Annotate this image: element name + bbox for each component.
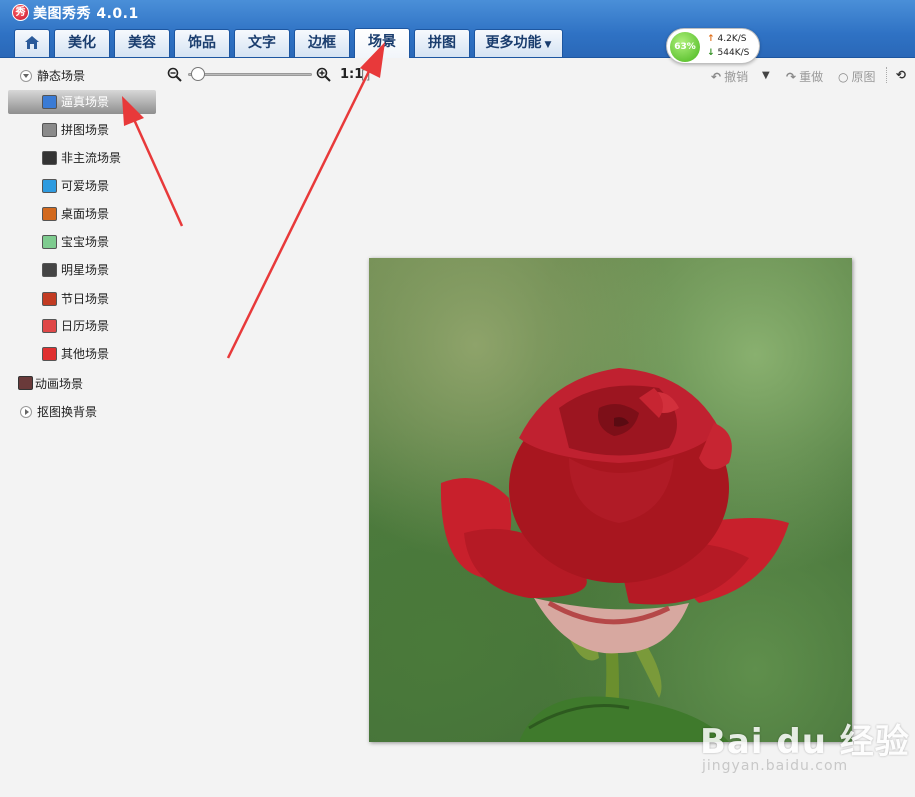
chevron-down-icon: ▼ bbox=[544, 40, 552, 50]
sidebar-item-label: 宝宝场景 bbox=[61, 235, 110, 249]
circle-icon: ○ bbox=[838, 70, 849, 84]
original-image-button[interactable]: ○ 原图 bbox=[838, 68, 876, 85]
sidebar-item-collage-scene[interactable]: 拼图场景 bbox=[8, 118, 156, 142]
tab-more-features-label: 更多功能 bbox=[485, 35, 542, 51]
download-speed: ↓ 544K/S bbox=[707, 48, 749, 58]
sidebar-item-label: 可爱场景 bbox=[61, 179, 110, 193]
original-label: 原图 bbox=[851, 70, 876, 84]
baidu-jingyan-watermark: Bai du 经验 jingyan.baidu.com bbox=[700, 700, 910, 780]
sidebar-item-label: 非主流场景 bbox=[61, 151, 122, 165]
sidebar-item-baby-scene[interactable]: 宝宝场景 bbox=[8, 230, 156, 254]
watermark-site: jingyan.baidu.com bbox=[702, 758, 849, 774]
undo-icon: ↶ bbox=[711, 70, 722, 84]
sidebar-item-label: 明星场景 bbox=[61, 263, 110, 277]
tab-collage[interactable]: 拼图 bbox=[414, 29, 470, 57]
scene-category-panel: 静态场景 逼真场景拼图场景非主流场景可爱场景桌面场景宝宝场景明星场景节日场景日历… bbox=[0, 58, 160, 797]
star-scene-icon bbox=[42, 263, 57, 277]
sidebar-item-label: 其他场景 bbox=[61, 347, 110, 361]
desktop-scene-icon bbox=[42, 207, 57, 221]
calendar-scene-icon bbox=[42, 319, 57, 333]
sidebar-item-cute-scene[interactable]: 可爱场景 bbox=[8, 174, 156, 198]
sidebar-item-calendar-scene[interactable]: 日历场景 bbox=[8, 314, 156, 338]
tab-home[interactable] bbox=[14, 29, 50, 57]
app-logo-icon: 秀 bbox=[12, 4, 29, 21]
rotate-icon: ⟲ bbox=[896, 68, 907, 82]
group-animated-scenes-label: 动画场景 bbox=[35, 377, 84, 391]
group-static-scenes-label: 静态场景 bbox=[37, 69, 86, 83]
group-animated-scenes[interactable]: 动画场景 bbox=[18, 374, 83, 394]
redo-button[interactable]: ↷ 重做 bbox=[786, 68, 823, 85]
sidebar-item-other-scene[interactable]: 其他场景 bbox=[8, 342, 156, 366]
zoom-slider[interactable] bbox=[188, 73, 312, 76]
zoom-out-icon[interactable] bbox=[167, 67, 182, 82]
tab-text[interactable]: 文字 bbox=[234, 29, 290, 57]
network-speed-widget[interactable]: 63% ↑ 4.2K/S ↓ 544K/S bbox=[666, 28, 760, 64]
group-cutout-background-label: 抠图换背景 bbox=[37, 405, 98, 419]
baby-scene-icon bbox=[42, 235, 57, 249]
watermark-brand: Bai du 经验 bbox=[700, 722, 910, 762]
arrow-up-icon: ↑ bbox=[707, 34, 715, 44]
sidebar-item-alternative-scene[interactable]: 非主流场景 bbox=[8, 146, 156, 170]
tab-beautify[interactable]: 美化 bbox=[54, 29, 110, 57]
other-scene-icon bbox=[42, 347, 57, 361]
collage-scene-icon bbox=[42, 123, 57, 137]
app-title: 美图秀秀 4.0.1 bbox=[33, 6, 139, 22]
redo-label: 重做 bbox=[799, 70, 824, 84]
collapse-toggle-icon[interactable] bbox=[20, 406, 32, 418]
rotate-button[interactable]: ⟲ bbox=[896, 68, 909, 82]
group-static-scenes[interactable]: 静态场景 bbox=[20, 66, 85, 86]
sidebar-item-label: 节日场景 bbox=[61, 292, 110, 306]
tab-frame[interactable]: 边框 bbox=[294, 29, 350, 57]
actual-size-button[interactable]: 1:1 bbox=[340, 67, 363, 82]
sidebar-item-festival-scene[interactable]: 节日场景 bbox=[8, 287, 156, 311]
title-bar: 秀 美图秀秀 4.0.1 美化 美容 饰品 文字 边框 场景 拼图 更多功能 ▼ bbox=[0, 0, 915, 58]
sidebar-item-star-scene[interactable]: 明星场景 bbox=[8, 258, 156, 282]
rose-photo[interactable] bbox=[369, 258, 852, 742]
tab-more-features[interactable]: 更多功能 ▼ bbox=[474, 29, 563, 57]
fit-window-button[interactable]: [] bbox=[361, 68, 370, 82]
group-cutout-background[interactable]: 抠图换背景 bbox=[20, 402, 97, 422]
sidebar-item-label: 拼图场景 bbox=[61, 123, 110, 137]
undo-history-dropdown[interactable]: ▼ bbox=[762, 70, 770, 81]
zoom-in-icon[interactable] bbox=[316, 67, 331, 82]
cute-scene-icon bbox=[42, 179, 57, 193]
upload-speed: ↑ 4.2K/S bbox=[707, 34, 747, 44]
upload-speed-value: 4.2K/S bbox=[717, 34, 747, 44]
sidebar-item-label: 日历场景 bbox=[61, 319, 110, 333]
toolbar-divider bbox=[886, 67, 887, 83]
zoom-slider-handle[interactable] bbox=[191, 67, 206, 81]
sidebar-item-desktop-scene[interactable]: 桌面场景 bbox=[8, 202, 156, 226]
redo-icon: ↷ bbox=[786, 70, 797, 84]
undo-label: 撤销 bbox=[724, 70, 749, 84]
tab-accessories[interactable]: 饰品 bbox=[174, 29, 230, 57]
network-usage-badge: 63% bbox=[670, 32, 700, 62]
rose-image bbox=[440, 368, 789, 742]
expand-toggle-icon[interactable] bbox=[20, 70, 32, 82]
alternative-scene-icon bbox=[42, 151, 57, 165]
tab-makeup[interactable]: 美容 bbox=[114, 29, 170, 57]
tab-scene[interactable]: 场景 bbox=[354, 28, 410, 58]
sidebar-item-label: 桌面场景 bbox=[61, 207, 110, 221]
download-speed-value: 544K/S bbox=[717, 48, 750, 58]
arrow-down-icon: ↓ bbox=[707, 48, 715, 58]
undo-button[interactable]: ↶ 撤销 bbox=[711, 68, 748, 85]
realistic-scene-icon bbox=[42, 95, 57, 109]
home-icon bbox=[25, 36, 39, 49]
animated-scene-icon bbox=[18, 376, 33, 390]
sidebar-item-label: 逼真场景 bbox=[61, 95, 110, 109]
sidebar-item-realistic-scene[interactable]: 逼真场景 bbox=[8, 90, 156, 114]
festival-scene-icon bbox=[42, 292, 57, 306]
